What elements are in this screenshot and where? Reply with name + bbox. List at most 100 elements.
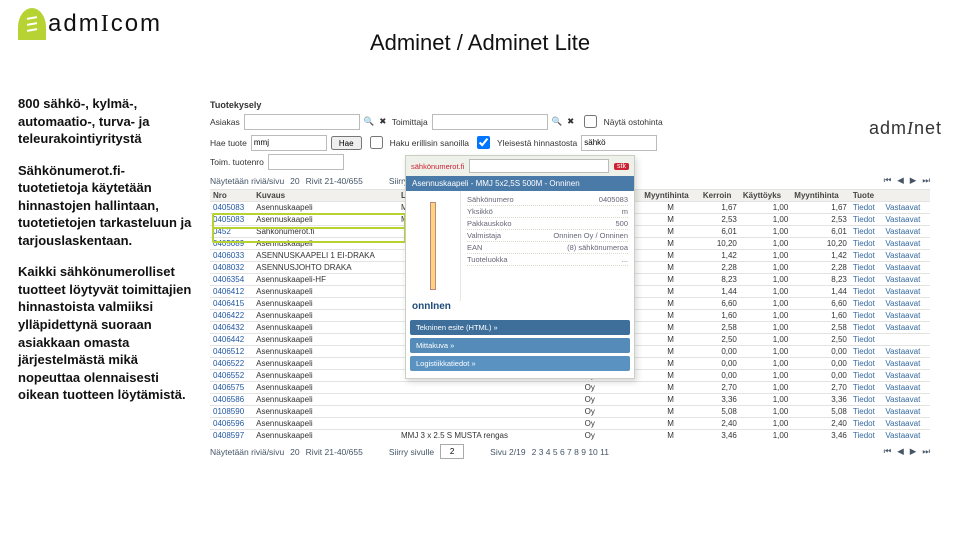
checkbox-erillisin[interactable] — [370, 136, 383, 149]
pager-next-icon[interactable]: ▶ — [910, 175, 917, 186]
cell-nro[interactable]: 0406552 — [210, 370, 253, 382]
col-header[interactable]: Nro — [210, 190, 253, 202]
link-tiedot[interactable]: Tiedot — [850, 322, 882, 334]
col-header[interactable]: Myyntihinta — [791, 190, 850, 202]
link-tiedot[interactable]: Tiedot — [850, 358, 882, 370]
hae-button[interactable]: Hae — [331, 136, 362, 150]
cell-nro[interactable]: 0406512 — [210, 346, 253, 358]
link-vastaavat[interactable]: Vastaavat — [882, 322, 930, 334]
input-toim-tuotenro[interactable] — [268, 154, 344, 170]
link-vastaavat[interactable]: Vastaavat — [882, 214, 930, 226]
link-tiedot[interactable]: Tiedot — [850, 430, 882, 442]
link-tiedot[interactable]: Tiedot — [850, 298, 882, 310]
link-vastaavat[interactable]: Vastaavat — [882, 394, 930, 406]
cell-nro[interactable]: 0406422 — [210, 310, 253, 322]
link-vastaavat[interactable]: Vastaavat — [882, 298, 930, 310]
link-tiedot[interactable]: Tiedot — [850, 406, 882, 418]
link-vastaavat[interactable]: Vastaavat — [882, 358, 930, 370]
col-header[interactable]: Käyttöyks — [740, 190, 791, 202]
cell-nro[interactable]: 0406596 — [210, 418, 253, 430]
cell-nro[interactable]: 0406442 — [210, 334, 253, 346]
link-vastaavat[interactable]: Vastaavat — [882, 430, 930, 442]
cell-nro[interactable]: 0406522 — [210, 358, 253, 370]
product-image — [406, 191, 461, 301]
cell-yks: M — [641, 322, 700, 334]
input-yleisesta[interactable] — [581, 135, 657, 151]
link-tiedot[interactable]: Tiedot — [850, 394, 882, 406]
link-vastaavat[interactable]: Vastaavat — [882, 250, 930, 262]
link-vastaavat[interactable]: Vastaavat — [882, 286, 930, 298]
link-vastaavat[interactable]: Vastaavat — [882, 406, 930, 418]
search-icon[interactable]: 🔍 — [552, 116, 562, 127]
link-tiedot[interactable]: Tiedot — [850, 238, 882, 250]
cell-hinta1: 1,60 — [700, 310, 740, 322]
link-tiedot[interactable]: Tiedot — [850, 382, 882, 394]
cell-nro[interactable]: 0406432 — [210, 322, 253, 334]
cell-nro[interactable]: 0406412 — [210, 286, 253, 298]
cell-kerroin: 1,00 — [740, 214, 791, 226]
link-tiedot[interactable]: Tiedot — [850, 310, 882, 322]
link-tiedot[interactable]: Tiedot — [850, 274, 882, 286]
popup-btn-log[interactable]: Logistiikkatiedot » — [410, 356, 630, 371]
link-vastaavat[interactable]: Vastaavat — [882, 418, 930, 430]
cell-nro[interactable]: 0405083 — [210, 202, 253, 214]
input-toimittaja[interactable] — [432, 114, 548, 130]
cell-nro[interactable]: 0406575 — [210, 382, 253, 394]
cell-nro[interactable]: 0406033 — [210, 250, 253, 262]
pager-first-icon[interactable]: ⏮ — [884, 446, 892, 457]
link-tiedot[interactable]: Tiedot — [850, 418, 882, 430]
link-vastaavat[interactable] — [882, 334, 930, 346]
link-tiedot[interactable]: Tiedot — [850, 226, 882, 238]
cell-nro[interactable]: 0408032 — [210, 262, 253, 274]
checkbox-ostohinta[interactable] — [584, 115, 597, 128]
link-vastaavat[interactable]: Vastaavat — [882, 382, 930, 394]
link-tiedot[interactable]: Tiedot — [850, 262, 882, 274]
pager-prev-icon[interactable]: ◀ — [897, 175, 904, 186]
cell-nro[interactable]: 0406586 — [210, 394, 253, 406]
link-tiedot[interactable]: Tiedot — [850, 346, 882, 358]
link-tiedot[interactable]: Tiedot — [850, 202, 882, 214]
link-tiedot[interactable]: Tiedot — [850, 370, 882, 382]
pager-last-icon[interactable]: ⏭ — [922, 446, 930, 457]
col-header[interactable]: Kerroin — [700, 190, 740, 202]
search-icon[interactable]: 🔍 — [364, 116, 374, 127]
link-vastaavat[interactable]: Vastaavat — [882, 370, 930, 382]
link-tiedot[interactable]: Tiedot — [850, 334, 882, 346]
link-vastaavat[interactable]: Vastaavat — [882, 238, 930, 250]
input-hae-tuote[interactable] — [251, 135, 327, 151]
link-tiedot[interactable]: Tiedot — [850, 214, 882, 226]
link-vastaavat[interactable]: Vastaavat — [882, 226, 930, 238]
cell-nro[interactable]: 0108590 — [210, 406, 253, 418]
col-header[interactable]: Tuote — [850, 190, 882, 202]
popup-search-input[interactable] — [469, 159, 609, 173]
cell-nro[interactable]: 0405089 — [210, 238, 253, 250]
link-vastaavat[interactable]: Vastaavat — [882, 202, 930, 214]
cell-nro[interactable]: 0405083 — [210, 214, 253, 226]
link-vastaavat[interactable]: Vastaavat — [882, 262, 930, 274]
clear-icon[interactable]: ✖ — [378, 116, 388, 127]
clear-icon[interactable]: ✖ — [566, 116, 576, 127]
checkbox-yleisesta[interactable] — [477, 136, 490, 149]
pager-first-icon[interactable]: ⏮ — [884, 175, 892, 186]
cell-nro[interactable]: 0406354 — [210, 274, 253, 286]
popup-btn-tech[interactable]: Tekninen esite (HTML) » — [410, 320, 630, 335]
col-header[interactable]: Kuvaus — [253, 190, 398, 202]
link-tiedot[interactable]: Tiedot — [850, 286, 882, 298]
col-header[interactable] — [882, 190, 930, 202]
link-vastaavat[interactable]: Vastaavat — [882, 274, 930, 286]
cell-kuvaus: Asennuskaapeli — [253, 346, 398, 358]
cell-nro[interactable]: 0408597 — [210, 430, 253, 442]
link-tiedot[interactable]: Tiedot — [850, 250, 882, 262]
rows-per-page-value[interactable]: 20 — [290, 176, 299, 186]
cell-nro[interactable]: 0406415 — [210, 298, 253, 310]
cell-nro[interactable]: 0452 — [210, 226, 253, 238]
col-header[interactable]: Myyntihinta — [641, 190, 700, 202]
pager-last-icon[interactable]: ⏭ — [922, 175, 930, 186]
link-vastaavat[interactable]: Vastaavat — [882, 346, 930, 358]
pager-prev-icon[interactable]: ◀ — [897, 446, 904, 457]
link-vastaavat[interactable]: Vastaavat — [882, 310, 930, 322]
pager-next-icon[interactable]: ▶ — [910, 446, 917, 457]
input-asiakas[interactable] — [244, 114, 360, 130]
popup-btn-dim[interactable]: Mittakuva » — [410, 338, 630, 353]
panel-heading: Tuotekysely — [210, 100, 930, 110]
